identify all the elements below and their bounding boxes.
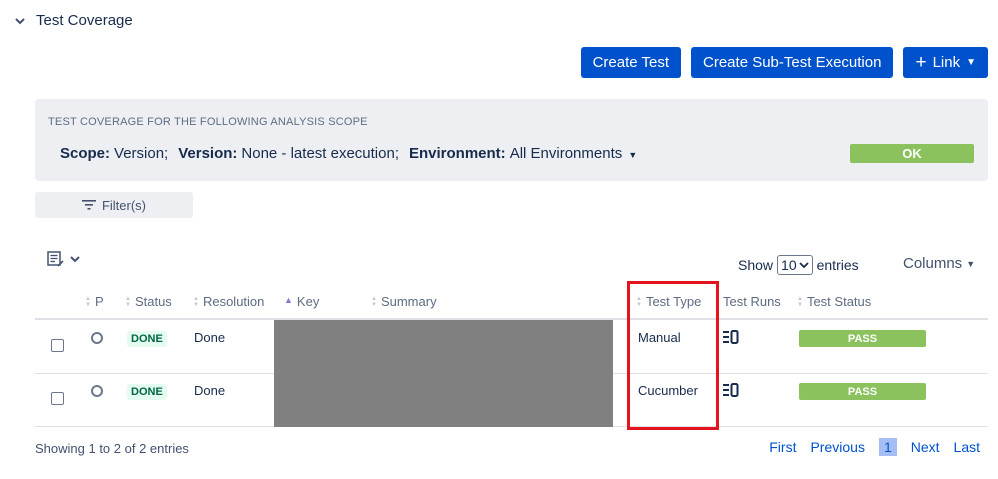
plus-icon: + [915,52,927,73]
environment-label: Environment: [409,145,506,162]
sort-icon: ▲ ▼ [125,295,131,308]
column-label: Test Runs [723,294,781,309]
column-header-status[interactable]: ▲ ▼ Status [125,294,172,309]
columns-button[interactable]: Columns ▼ [903,255,975,272]
filter-label: Filter(s) [101,197,147,213]
row-checkbox[interactable] [51,392,64,405]
column-label: Status [134,294,172,309]
caret-down-icon: ▼ [966,258,976,269]
page-size-value: 10 [781,257,797,273]
sort-icon: ▲ ▼ [797,295,803,308]
columns-label: Columns [903,255,963,272]
coverage-status-badge: OK [850,144,974,163]
resolution-cell: Done [194,383,226,398]
scope-line: Scope: Version; Version: None - latest e… [60,145,637,162]
environment-dropdown[interactable]: All Environments ▼ [510,145,638,162]
scope-value: Version; [114,145,169,162]
link-button[interactable]: + Link ▼ [903,47,988,78]
table-header: ▲ ▼ P ▲ ▼ Status ▲ ▼ Resolution ▲ Key ▲ ▼ Su… [35,284,988,320]
create-sub-test-execution-button[interactable]: Create Sub-Test Execution [691,47,894,78]
column-header-key[interactable]: ▲ Key [284,291,319,309]
caret-down-icon: ▼ [966,57,976,68]
column-label: Test Status [806,294,872,309]
column-label: Summary [380,294,437,309]
scope-label: Scope: [60,145,111,162]
highlight-annotation [627,281,719,430]
caret-down-icon: ▼ [628,150,638,160]
row-checkbox[interactable] [51,339,64,352]
show-label: Show [738,257,774,273]
column-header-resolution[interactable]: ▲ ▼ Resolution [193,294,264,309]
analysis-scope-panel: TEST COVERAGE FOR THE FOLLOWING ANALYSIS… [35,99,988,181]
entries-label: entries [816,257,859,273]
filter-button[interactable]: Filter(s) [35,192,193,218]
sort-icon: ▲ ▼ [85,295,91,308]
sort-icon: ▲ ▼ [371,295,377,308]
version-label: Version: [178,145,238,162]
scope-heading: TEST COVERAGE FOR THE FOLLOWING ANALYSIS… [48,116,368,128]
version-value: None - latest execution; [241,145,399,162]
action-bar: Create Test Create Sub-Test Execution + … [580,47,988,78]
priority-circle-icon [91,332,103,344]
page-size-control: Show 10 entries [738,255,859,275]
column-label: Key [296,294,320,309]
redacted-area [274,320,613,427]
section-title: Test Coverage [36,12,133,29]
column-label: P [94,294,104,309]
pagination-previous[interactable]: Previous [810,439,864,455]
priority-circle-icon [91,385,103,397]
test-status-badge: PASS [799,383,926,400]
pagination-current-page[interactable]: 1 [878,438,897,456]
create-test-button[interactable]: Create Test [580,47,682,78]
column-header-test-status[interactable]: ▲ ▼ Test Status [797,294,871,309]
environment-value: All Environments [509,145,623,162]
pagination: First Previous 1 Next Last [769,438,980,456]
status-badge: DONE [127,384,167,400]
sort-icon: ▲ ▼ [193,295,199,308]
column-header-test-runs[interactable]: Test Runs [723,294,781,309]
column-label: Resolution [202,294,265,309]
pagination-first[interactable]: First [769,439,796,455]
link-button-label: Link [932,54,961,71]
pagination-last[interactable]: Last [954,439,980,455]
chevron-down-icon[interactable] [14,15,26,27]
export-menu[interactable] [47,251,80,267]
column-header-summary[interactable]: ▲ ▼ Summary [371,294,437,309]
test-runs-icon[interactable] [723,383,739,397]
section-header[interactable]: Test Coverage [14,12,133,29]
chevron-down-icon [798,261,809,268]
export-icon [47,251,64,267]
filter-icon [81,200,96,210]
test-runs-icon[interactable] [723,330,739,344]
column-header-p[interactable]: ▲ ▼ P [85,294,104,309]
status-badge: DONE [127,331,167,347]
sort-ascending-icon: ▲ [284,295,293,305]
pagination-next[interactable]: Next [911,439,940,455]
page-size-select[interactable]: 10 [777,255,813,275]
table-info: Showing 1 to 2 of 2 entries [35,441,189,456]
resolution-cell: Done [194,330,226,345]
chevron-down-icon [70,256,80,263]
test-status-badge: PASS [799,330,926,347]
